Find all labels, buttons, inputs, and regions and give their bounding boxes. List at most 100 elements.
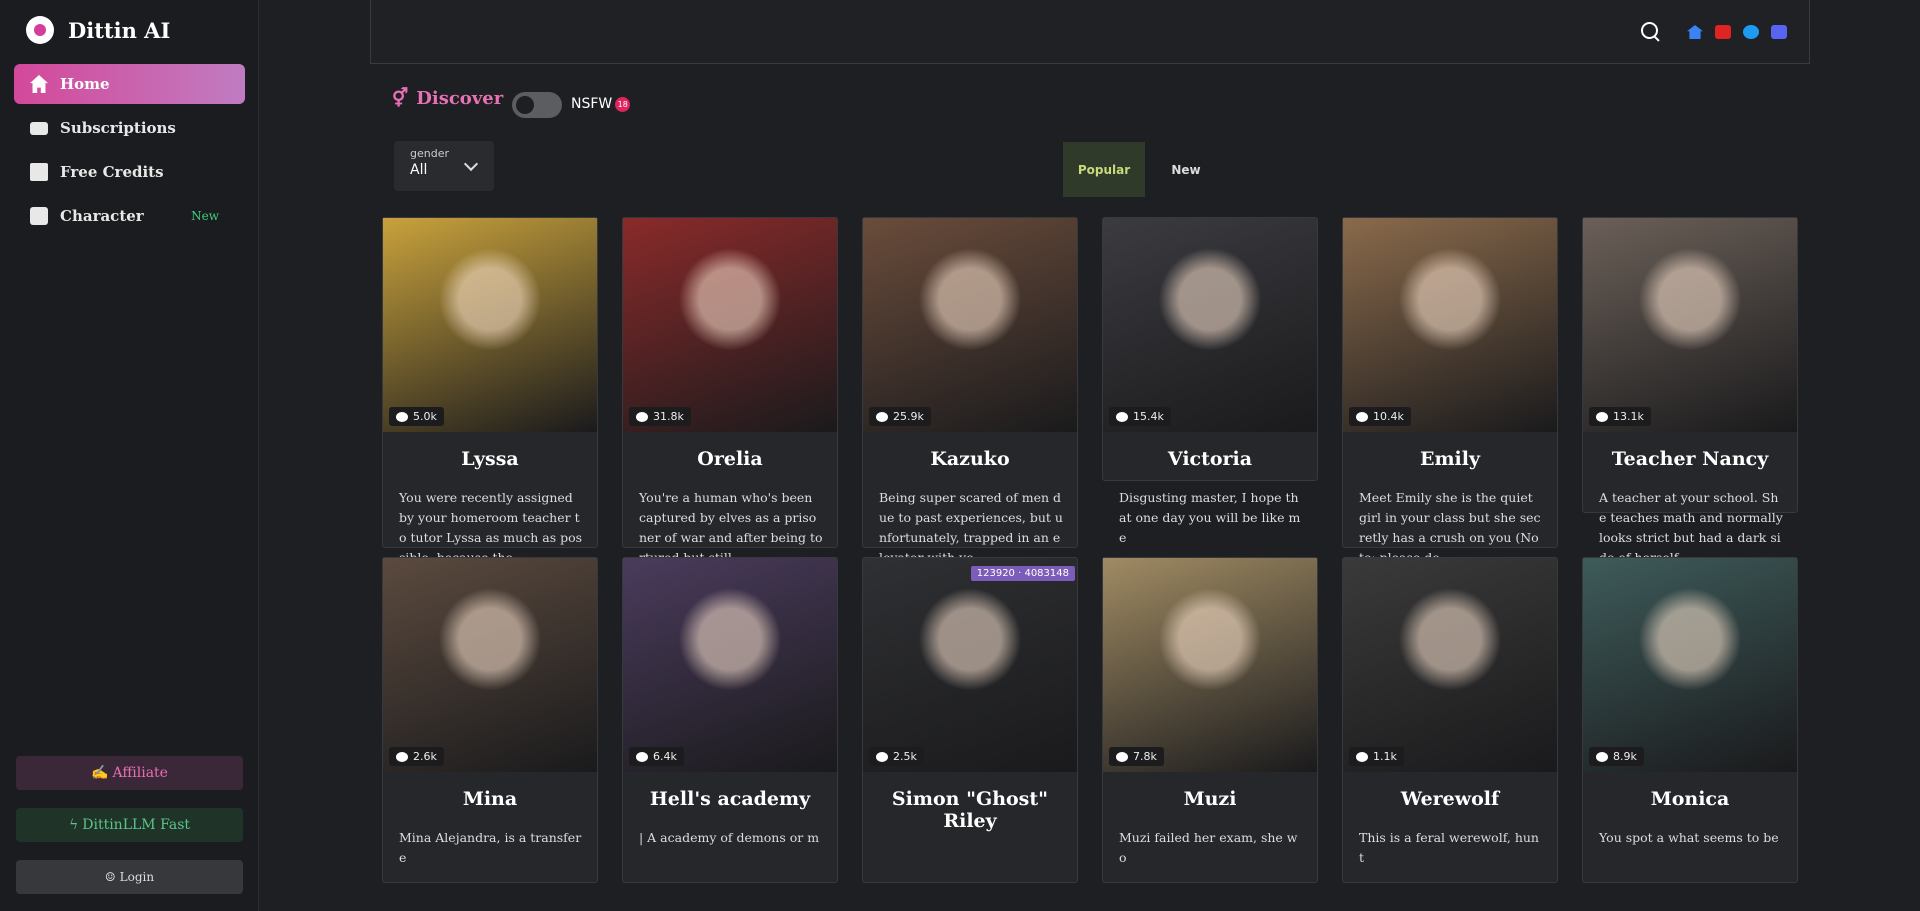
character-card[interactable]: 6.4k Hell's academy | A academy of demons … xyxy=(622,557,838,883)
chat-bubble-icon xyxy=(876,411,888,422)
character-name: Orelia xyxy=(697,448,763,470)
gender-select[interactable]: gender All xyxy=(394,141,494,191)
youtube-icon[interactable] xyxy=(1715,25,1731,39)
gift-icon xyxy=(30,163,48,181)
character-name: Teacher Nancy xyxy=(1611,448,1769,470)
home-icon xyxy=(30,75,48,93)
sidebar-nav: Home Subscriptions Free Credits Characte… xyxy=(14,64,245,240)
chat-count-value: 6.4k xyxy=(653,750,677,763)
character-image[interactable]: 2.6k xyxy=(383,558,597,772)
twitter-icon[interactable] xyxy=(1743,25,1759,39)
character-image[interactable]: 5.0k xyxy=(383,218,597,432)
card-spacer xyxy=(383,868,597,882)
character-name: Werewolf xyxy=(1400,788,1500,810)
chat-bubble-icon xyxy=(1356,411,1368,422)
chat-count-value: 10.4k xyxy=(1373,410,1404,423)
brand-name: Dittin AI xyxy=(68,17,171,43)
chat-bubble-icon xyxy=(1596,751,1608,762)
sidebar-item-label: Home xyxy=(60,75,110,93)
login-button[interactable]: ☺ Login xyxy=(16,860,243,894)
character-image[interactable]: 7.8k xyxy=(1103,558,1317,772)
character-description: You're a human who's been captured by el… xyxy=(639,490,823,565)
gender-select-label: gender xyxy=(410,147,449,160)
chat-bubble-icon xyxy=(1116,751,1128,762)
character-name: Hell's academy xyxy=(649,788,811,810)
chat-count-value: 25.9k xyxy=(893,410,924,423)
character-name: Simon "Ghost" Riley xyxy=(891,788,1049,832)
bolt-icon: ϟ xyxy=(69,817,79,833)
character-description: | A academy of demons or m xyxy=(639,830,820,845)
user-icon xyxy=(30,207,48,225)
character-image[interactable]: 1.1k xyxy=(1343,558,1557,772)
character-image[interactable]: 2.5k 123920 · 4083148 xyxy=(863,558,1077,772)
character-image[interactable]: 15.4k xyxy=(1103,218,1317,432)
character-description: You spot a what seems to be xyxy=(1599,830,1779,845)
nsfw-toggle[interactable] xyxy=(512,92,562,118)
chat-count: 5.0k xyxy=(389,407,444,426)
sidebar-item-free-credits[interactable]: Free Credits xyxy=(14,152,245,192)
character-image[interactable]: 13.1k xyxy=(1583,218,1797,432)
character-card[interactable]: 31.8k Orelia You're a human who's been cap… xyxy=(622,217,838,597)
chat-bubble-icon xyxy=(876,751,888,762)
character-image[interactable]: 10.4k xyxy=(1343,218,1557,432)
character-card[interactable]: 15.4k Victoria Disgusting master, I hope t… xyxy=(1102,217,1318,545)
character-description: A teacher at your school. She teaches ma… xyxy=(1599,490,1783,565)
character-card[interactable]: 25.9k Kazuko Being super scared of men due… xyxy=(862,217,1078,597)
character-card[interactable]: 8.9k Monica You spot a what seems to be xyxy=(1582,557,1798,883)
chat-count: 31.8k xyxy=(629,407,691,426)
sidebar-item-character[interactable]: Character New xyxy=(14,196,245,236)
chat-count: 2.6k xyxy=(389,747,444,766)
chat-count: 2.5k xyxy=(869,747,924,766)
affiliate-button[interactable]: ✍ Affiliate xyxy=(16,756,243,790)
chat-count: 13.1k xyxy=(1589,407,1651,426)
card-spacer xyxy=(863,832,1077,846)
search-icon[interactable] xyxy=(1641,22,1661,42)
character-image[interactable]: 8.9k xyxy=(1583,558,1797,772)
sidebar-item-home[interactable]: Home xyxy=(14,64,245,104)
chat-bubble-icon xyxy=(1596,411,1608,422)
sidebar: Dittin AI Home Subscriptions Free Credit… xyxy=(0,0,259,911)
character-card[interactable]: 2.5k 123920 · 4083148 Simon "Ghost" Riley xyxy=(862,557,1078,883)
character-name: Lyssa xyxy=(461,448,519,470)
discover-heading: ⚥ Discover xyxy=(392,88,503,109)
discord-icon[interactable] xyxy=(1771,25,1787,39)
character-description: Disgusting master, I hope that one day y… xyxy=(1119,490,1301,545)
chat-bubble-icon xyxy=(396,411,408,422)
sidebar-item-label: Character xyxy=(60,207,144,225)
character-grid: 5.0k Lyssa You were recently assigned by y… xyxy=(382,217,1798,883)
character-description: Mina Alejandra, is a transfere xyxy=(399,830,582,865)
character-card[interactable]: 2.6k Mina Mina Alejandra, is a transfere xyxy=(382,557,598,883)
character-card[interactable]: 1.1k Werewolf This is a feral werewolf, hu… xyxy=(1342,557,1558,883)
nsfw-label: NSFW 18 xyxy=(571,96,631,112)
character-card[interactable]: 10.4k Emily Meet Emily she is the quiet gi… xyxy=(1342,217,1558,597)
brand[interactable]: Dittin AI xyxy=(26,16,170,44)
chat-bubble-icon xyxy=(636,411,648,422)
chat-count: 6.4k xyxy=(629,747,684,766)
chat-count: 8.9k xyxy=(1589,747,1644,766)
character-image[interactable]: 31.8k xyxy=(623,218,837,432)
tab-popular[interactable]: Popular xyxy=(1063,142,1145,197)
handshake-icon: ✍ xyxy=(91,765,109,781)
chat-count: 25.9k xyxy=(869,407,931,426)
character-name: Victoria xyxy=(1167,448,1253,470)
card-spacer xyxy=(623,848,837,862)
character-name: Monica xyxy=(1650,788,1730,810)
chat-count-value: 31.8k xyxy=(653,410,684,423)
dittin-llm-button[interactable]: ϟ DittinLLM Fast xyxy=(16,808,243,842)
character-name: Muzi xyxy=(1183,788,1237,810)
sidebar-item-label: Free Credits xyxy=(60,163,164,181)
sidebar-item-subscriptions[interactable]: Subscriptions xyxy=(14,108,245,148)
tab-new[interactable]: New xyxy=(1145,142,1227,197)
chat-count: 10.4k xyxy=(1349,407,1411,426)
home-icon[interactable] xyxy=(1687,25,1703,39)
top-bar xyxy=(370,0,1810,64)
chat-count-value: 8.9k xyxy=(1613,750,1637,763)
character-image[interactable]: 25.9k xyxy=(863,218,1077,432)
character-image[interactable]: 6.4k xyxy=(623,558,837,772)
character-card[interactable]: 5.0k Lyssa You were recently assigned by y… xyxy=(382,217,598,597)
user-outline-icon: ☺ xyxy=(104,870,116,884)
chat-count-value: 2.6k xyxy=(413,750,437,763)
character-card[interactable]: 13.1k Teacher Nancy A teacher at your scho… xyxy=(1582,217,1798,565)
character-card[interactable]: 7.8k Muzi Muzi failed her exam, she wo xyxy=(1102,557,1318,883)
chat-count-value: 2.5k xyxy=(893,750,917,763)
